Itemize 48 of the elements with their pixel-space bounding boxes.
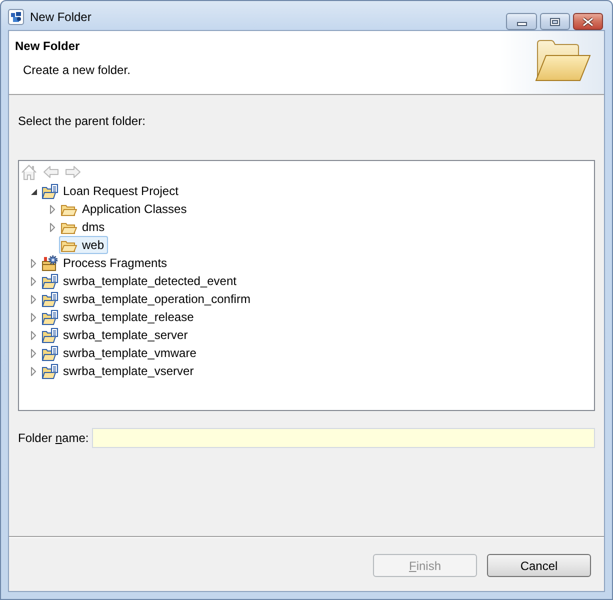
dialog-button[interactable]: Cancel <box>487 554 591 577</box>
folder-with-document-icon <box>42 292 58 306</box>
folder-icon <box>61 220 77 234</box>
minimize-button[interactable] <box>506 13 537 30</box>
collapsed-arrow-icon[interactable] <box>31 312 36 322</box>
expanded-arrow-icon[interactable] <box>30 188 36 194</box>
prompt-text: Select the parent folder: <box>18 113 146 129</box>
maximize-button[interactable] <box>540 13 570 30</box>
tree-item[interactable]: dms <box>59 218 109 236</box>
header-description: Create a new folder. <box>23 62 130 78</box>
minimize-icon <box>516 22 526 26</box>
folder-icon <box>535 38 591 82</box>
collapsed-arrow-icon[interactable] <box>50 204 55 214</box>
tree-item[interactable]: Process Fragments <box>40 254 172 272</box>
folder-icon <box>61 238 77 252</box>
tree-item[interactable]: swrba_template_release <box>40 308 198 326</box>
tree-item[interactable]: swrba_template_vmware <box>40 344 200 362</box>
close-button[interactable] <box>573 13 603 30</box>
app-icon <box>8 9 24 25</box>
tree-item[interactable]: swrba_template_operation_confirm <box>40 290 254 308</box>
collapsed-arrow-icon[interactable] <box>31 258 36 268</box>
collapsed-arrow-icon[interactable] <box>31 366 36 376</box>
tree-item[interactable]: swrba_template_detected_event <box>40 272 240 290</box>
header-title: New Folder <box>15 38 80 54</box>
gear-box-icon <box>42 255 58 271</box>
collapsed-arrow-icon[interactable] <box>31 348 36 358</box>
window-title: New Folder <box>30 9 92 25</box>
tree-item[interactable]: swrba_template_vserver <box>40 362 198 380</box>
folder-name-field[interactable] <box>92 428 595 448</box>
collapsed-arrow-icon[interactable] <box>31 330 36 340</box>
collapsed-arrow-icon[interactable] <box>31 294 36 304</box>
folder-with-document-icon <box>42 184 58 198</box>
tree-item[interactable]: swrba_template_server <box>40 326 192 344</box>
collapsed-arrow-icon[interactable] <box>50 222 55 232</box>
folder-name-label: Folder name: <box>18 430 90 446</box>
folder-with-document-icon <box>42 274 58 288</box>
folder-with-document-icon <box>42 346 58 360</box>
folder-with-document-icon <box>42 364 58 378</box>
folder-with-document-icon <box>42 310 58 324</box>
collapsed-arrow-icon[interactable] <box>31 276 36 286</box>
tree-item[interactable]: web <box>59 236 108 254</box>
folder-with-document-icon <box>42 328 58 342</box>
folder-tree[interactable] <box>18 160 595 411</box>
folder-icon <box>61 202 77 216</box>
close-icon <box>582 16 594 26</box>
maximize-icon <box>550 18 560 26</box>
tree-item[interactable]: Application Classes <box>59 200 191 218</box>
tree-item[interactable]: Loan Request Project <box>40 182 182 200</box>
